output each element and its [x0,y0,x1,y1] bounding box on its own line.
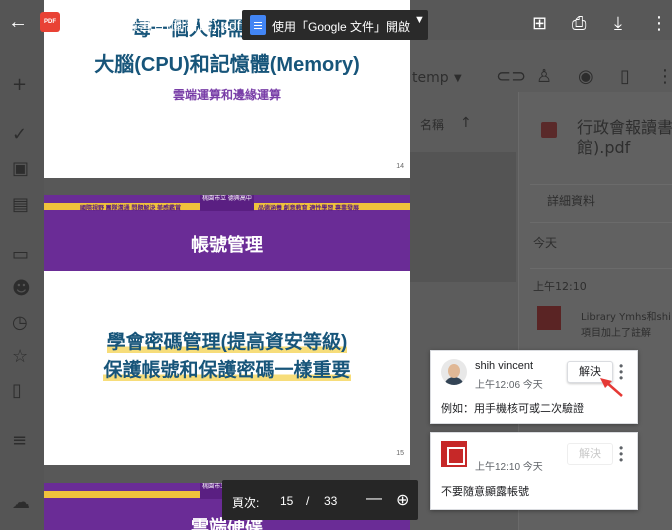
menu-icon: ≡ [12,430,28,451]
open-with-button[interactable]: 使用「Google 文件」開啟 ▼ [242,10,428,40]
star-icon: ☆ [12,346,29,367]
add-icon: + [12,74,28,95]
page-label: 頁次: [232,496,260,510]
file-title: 行政會報讀書會(圖書館).pdf [68,17,241,33]
comment-text: 例如：用手機核可或二次驗證 [441,403,584,415]
dimmed-sidebar: + ✓ ▣ ▤ ▭ ☻ ◷ ☆ ▯ ≡ ☁ [0,0,44,530]
dimmed-thumbnail [410,152,516,282]
add-comment-icon[interactable]: ⊞ [532,14,547,32]
library-logo [441,441,467,467]
pdf-page-15: 國際視野 團隊溝通 問題解決 美感鑑賞 桃園市立 德興高中 品德涵養 創意教育 … [44,195,410,465]
resolve-button[interactable]: 解決 [567,443,613,465]
slide-page-number: 14 [396,163,404,170]
more-vert-icon[interactable]: • • • [619,442,623,466]
folder-dropdown-icon: ▼ [454,73,462,84]
motto-left: 國際視野 團隊溝通 問題解決 美感鑑賞 [80,206,182,212]
devices-icon: ▭ [12,244,30,265]
slide-page-number: 15 [396,450,404,457]
clock-icon: ◷ [12,312,28,333]
zoom-out-icon[interactable]: — [366,490,382,508]
viewer-top-bar: ← PDF 行政會報讀書會(圖書館).pdf 使用「Google 文件」開啟 ▼… [0,0,672,48]
comment-card[interactable]: shih vincent 上午12:06 今天 解決 • • • 例如：用手機核可或… [430,350,638,424]
slide-line-3: 雲端運算和邊緣運算 [172,88,281,102]
page-navigation: 頁次: 15 / 33 — ⊕ [222,480,418,520]
download-icon[interactable]: ⤓ [614,14,622,32]
dim-activity-logo [537,306,561,330]
comment-text: 不要隨意顯露帳號 [441,486,529,498]
comment-card[interactable]: 上午12:10 今天 解決 • • • 不要隨意顯露帳號 [430,432,638,510]
slide-body-line-2: 保護帳號和保護密碼一樣重要 [103,360,351,381]
check-icon: ✓ [12,124,28,145]
divider [530,268,672,269]
google-docs-icon [250,15,266,35]
details-title: 行政會報讀書館).pdf [577,118,672,157]
slide-line-2: 大腦(CPU)和記憶體(Memory) [94,54,360,76]
back-arrow-icon[interactable]: ← [8,12,28,32]
today-label: 今天 [533,236,558,250]
open-with-label: 使用「Google 文件」開啟 [272,20,411,34]
activity-time: 上午12:10 [533,280,587,293]
comment-author: shih vincent [475,360,534,372]
people-icon: ☻ [12,278,31,299]
divider [530,184,672,185]
more-vert-icon[interactable]: ⋮ [650,14,668,32]
trash-icon: ▯ [12,380,22,401]
contacts-icon: ▣ [12,158,30,179]
column-header-name: 名稱 [420,118,445,132]
motto-right: 品德涵養 創意教育 適性學習 專業發展 [258,206,360,212]
comment-time: 上午12:10 今天 [475,462,543,473]
delete-icon: ▯ [620,66,630,87]
more-vert-dim-icon: ⋮ [656,66,672,87]
folder-name: temp [412,70,449,86]
activity-user: Library Ymhs和shi [581,312,671,323]
tasks-icon: ▤ [12,194,30,215]
details-tab: 詳細資料 [547,194,596,208]
slide-body-line-1: 學會密碼管理(提高資安等級) [106,332,348,353]
resolve-button[interactable]: 解決 [567,361,613,383]
dim-pdf-icon [541,122,557,138]
current-page-input[interactable]: 15 [280,494,293,508]
slide-heading: 帳號管理 [191,235,263,255]
add-person-icon: ♙ [536,66,553,87]
zoom-in-icon[interactable]: ⊕ [396,490,409,510]
more-vert-icon[interactable]: • • • [619,360,623,384]
activity-text: 項目加上了註解 [581,328,651,339]
eye-icon: ◉ [578,66,594,87]
total-pages: 33 [324,494,338,508]
divider [530,222,672,223]
print-icon[interactable]: ⎙ [572,14,586,32]
avatar [441,359,467,385]
comment-time: 上午12:06 今天 [475,380,543,391]
school-name-tag: 桃園市立 德興高中 [200,195,254,211]
chevron-down-icon[interactable]: ▼ [414,14,425,26]
page-separator: / [306,494,310,508]
sort-arrow-icon: ↑ [460,115,472,131]
cloud-icon: ☁ [12,492,30,513]
pdf-file-icon: PDF [40,12,60,32]
link-icon: ⊂⊃ [496,66,527,87]
